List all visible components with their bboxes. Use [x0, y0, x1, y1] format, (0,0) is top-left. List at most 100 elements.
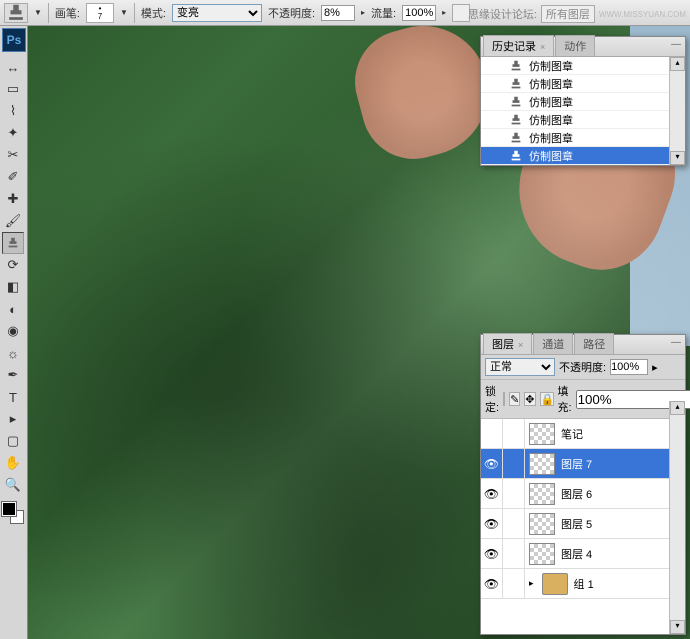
- link-column[interactable]: [503, 479, 525, 508]
- layer-name[interactable]: 图层 7: [559, 456, 685, 472]
- lock-transparency-icon[interactable]: [503, 392, 505, 406]
- scroll-down-icon[interactable]: ▾: [670, 151, 685, 165]
- panel-menu-icon[interactable]: —: [669, 337, 683, 351]
- eyedropper-tool[interactable]: ✐: [2, 166, 24, 188]
- lock-pixels-icon[interactable]: ✎: [509, 392, 520, 406]
- lock-all-icon[interactable]: 🔒: [540, 392, 554, 406]
- path-select-tool[interactable]: ▸: [2, 408, 24, 430]
- close-icon[interactable]: ×: [518, 340, 523, 350]
- layer-thumbnail[interactable]: [529, 453, 555, 475]
- clone-stamp-icon: [509, 59, 523, 73]
- clone-stamp-tool[interactable]: [2, 232, 24, 254]
- chevron-down-icon[interactable]: ▸: [361, 8, 365, 17]
- layers-panel: 图层× 通道 路径 — 正常 不透明度: ▸ 锁定: ✎ ✥ 🔒 填充: ▸ 笔…: [480, 334, 686, 635]
- history-item-label: 仿制图章: [529, 148, 573, 164]
- tab-channels[interactable]: 通道: [533, 333, 573, 354]
- history-item[interactable]: 仿制图章: [481, 129, 685, 147]
- tab-paths[interactable]: 路径: [574, 333, 614, 354]
- history-item[interactable]: 仿制图章: [481, 147, 685, 165]
- lock-position-icon[interactable]: ✥: [524, 392, 535, 406]
- link-column[interactable]: [503, 419, 525, 448]
- expand-icon[interactable]: ▸: [525, 578, 538, 589]
- zoom-tool[interactable]: 🔍: [2, 474, 24, 496]
- link-column[interactable]: [503, 509, 525, 538]
- blend-mode-select[interactable]: 变亮: [172, 4, 262, 22]
- history-item[interactable]: 仿制图章: [481, 57, 685, 75]
- scrollbar[interactable]: ▴ ▾: [669, 401, 685, 634]
- eraser-tool[interactable]: ◧: [2, 276, 24, 298]
- lasso-tool[interactable]: ⌇: [2, 100, 24, 122]
- blur-tool[interactable]: ◉: [2, 320, 24, 342]
- marquee-tool[interactable]: ▭: [2, 78, 24, 100]
- layer-name[interactable]: 图层 4: [559, 546, 685, 562]
- layer-row[interactable]: 👁 图层 6: [481, 479, 685, 509]
- scroll-up-icon[interactable]: ▴: [670, 57, 685, 71]
- visibility-toggle[interactable]: 👁: [481, 539, 503, 568]
- tab-layers[interactable]: 图层×: [483, 333, 532, 354]
- link-column[interactable]: [503, 539, 525, 568]
- layer-name[interactable]: 图层 5: [559, 516, 685, 532]
- layer-row[interactable]: 👁 图层 7: [481, 449, 685, 479]
- dodge-tool[interactable]: ☼: [2, 342, 24, 364]
- history-item[interactable]: 仿制图章: [481, 75, 685, 93]
- layer-row[interactable]: 👁 图层 5: [481, 509, 685, 539]
- layer-name[interactable]: 图层 6: [559, 486, 685, 502]
- rectangle-tool[interactable]: ▢: [2, 430, 24, 452]
- gradient-tool[interactable]: ◐: [2, 298, 24, 320]
- chevron-right-icon[interactable]: ▸: [652, 361, 658, 374]
- history-item[interactable]: 仿制图章: [481, 93, 685, 111]
- healing-tool[interactable]: ✚: [2, 188, 24, 210]
- visibility-toggle[interactable]: 👁: [481, 509, 503, 538]
- layer-thumbnail[interactable]: [529, 543, 555, 565]
- layer-name[interactable]: 笔记: [559, 426, 685, 442]
- tool-preset-picker[interactable]: [4, 3, 28, 23]
- crop-tool[interactable]: ✂: [2, 144, 24, 166]
- flow-label: 流量:: [371, 5, 396, 21]
- visibility-toggle[interactable]: 👁: [481, 479, 503, 508]
- layer-name[interactable]: 组 1: [572, 576, 685, 592]
- layer-opacity-label: 不透明度:: [559, 359, 606, 375]
- brush-tool[interactable]: 🖌: [2, 210, 24, 232]
- layer-thumbnail[interactable]: [529, 513, 555, 535]
- history-item-label: 仿制图章: [529, 112, 573, 128]
- pen-tool[interactable]: ✒: [2, 364, 24, 386]
- history-item[interactable]: 仿制图章: [481, 111, 685, 129]
- scroll-down-icon[interactable]: ▾: [670, 620, 685, 634]
- opacity-input[interactable]: [321, 5, 355, 21]
- layer-thumbnail[interactable]: [529, 483, 555, 505]
- layer-thumbnail[interactable]: [529, 423, 555, 445]
- fill-label: 填充:: [558, 383, 572, 415]
- visibility-toggle[interactable]: 👁: [481, 569, 503, 598]
- layer-row[interactable]: 👁 ▸ 组 1: [481, 569, 685, 599]
- flow-input[interactable]: [402, 5, 436, 21]
- panel-menu-icon[interactable]: —: [669, 39, 683, 53]
- tab-actions[interactable]: 动作: [555, 35, 595, 56]
- link-column[interactable]: [503, 569, 525, 598]
- close-icon[interactable]: ×: [540, 42, 545, 52]
- link-column[interactable]: [503, 449, 525, 478]
- scroll-up-icon[interactable]: ▴: [670, 401, 685, 415]
- visibility-toggle[interactable]: 👁: [481, 449, 503, 478]
- tab-history[interactable]: 历史记录×: [483, 35, 554, 56]
- layers-list: 笔记 👁 图层 7 👁 图层 6 👁 图层 5 👁 图层 4 👁 ▸ 组 1: [481, 419, 685, 634]
- hand-tool[interactable]: ✋: [2, 452, 24, 474]
- foreground-color-swatch[interactable]: [2, 502, 16, 516]
- photoshop-logo: Ps: [2, 28, 26, 52]
- clone-stamp-icon: [509, 113, 523, 127]
- clone-stamp-icon: [509, 95, 523, 109]
- layer-row[interactable]: 👁 图层 4: [481, 539, 685, 569]
- layer-blend-mode-select[interactable]: 正常: [485, 358, 555, 376]
- visibility-toggle[interactable]: [481, 419, 503, 448]
- history-brush-tool[interactable]: ⟳: [2, 254, 24, 276]
- opacity-label: 不透明度:: [268, 5, 315, 21]
- color-swatches[interactable]: [2, 502, 24, 524]
- chevron-down-icon[interactable]: ▸: [442, 8, 446, 17]
- type-tool[interactable]: T: [2, 386, 24, 408]
- layer-opacity-input[interactable]: [610, 359, 648, 375]
- layer-row[interactable]: 笔记: [481, 419, 685, 449]
- move-tool[interactable]: ↔: [2, 56, 24, 78]
- scrollbar[interactable]: ▴ ▾: [669, 57, 685, 165]
- layer-thumbnail[interactable]: [542, 573, 568, 595]
- brush-preset-picker[interactable]: •7: [86, 3, 114, 23]
- wand-tool[interactable]: ✦: [2, 122, 24, 144]
